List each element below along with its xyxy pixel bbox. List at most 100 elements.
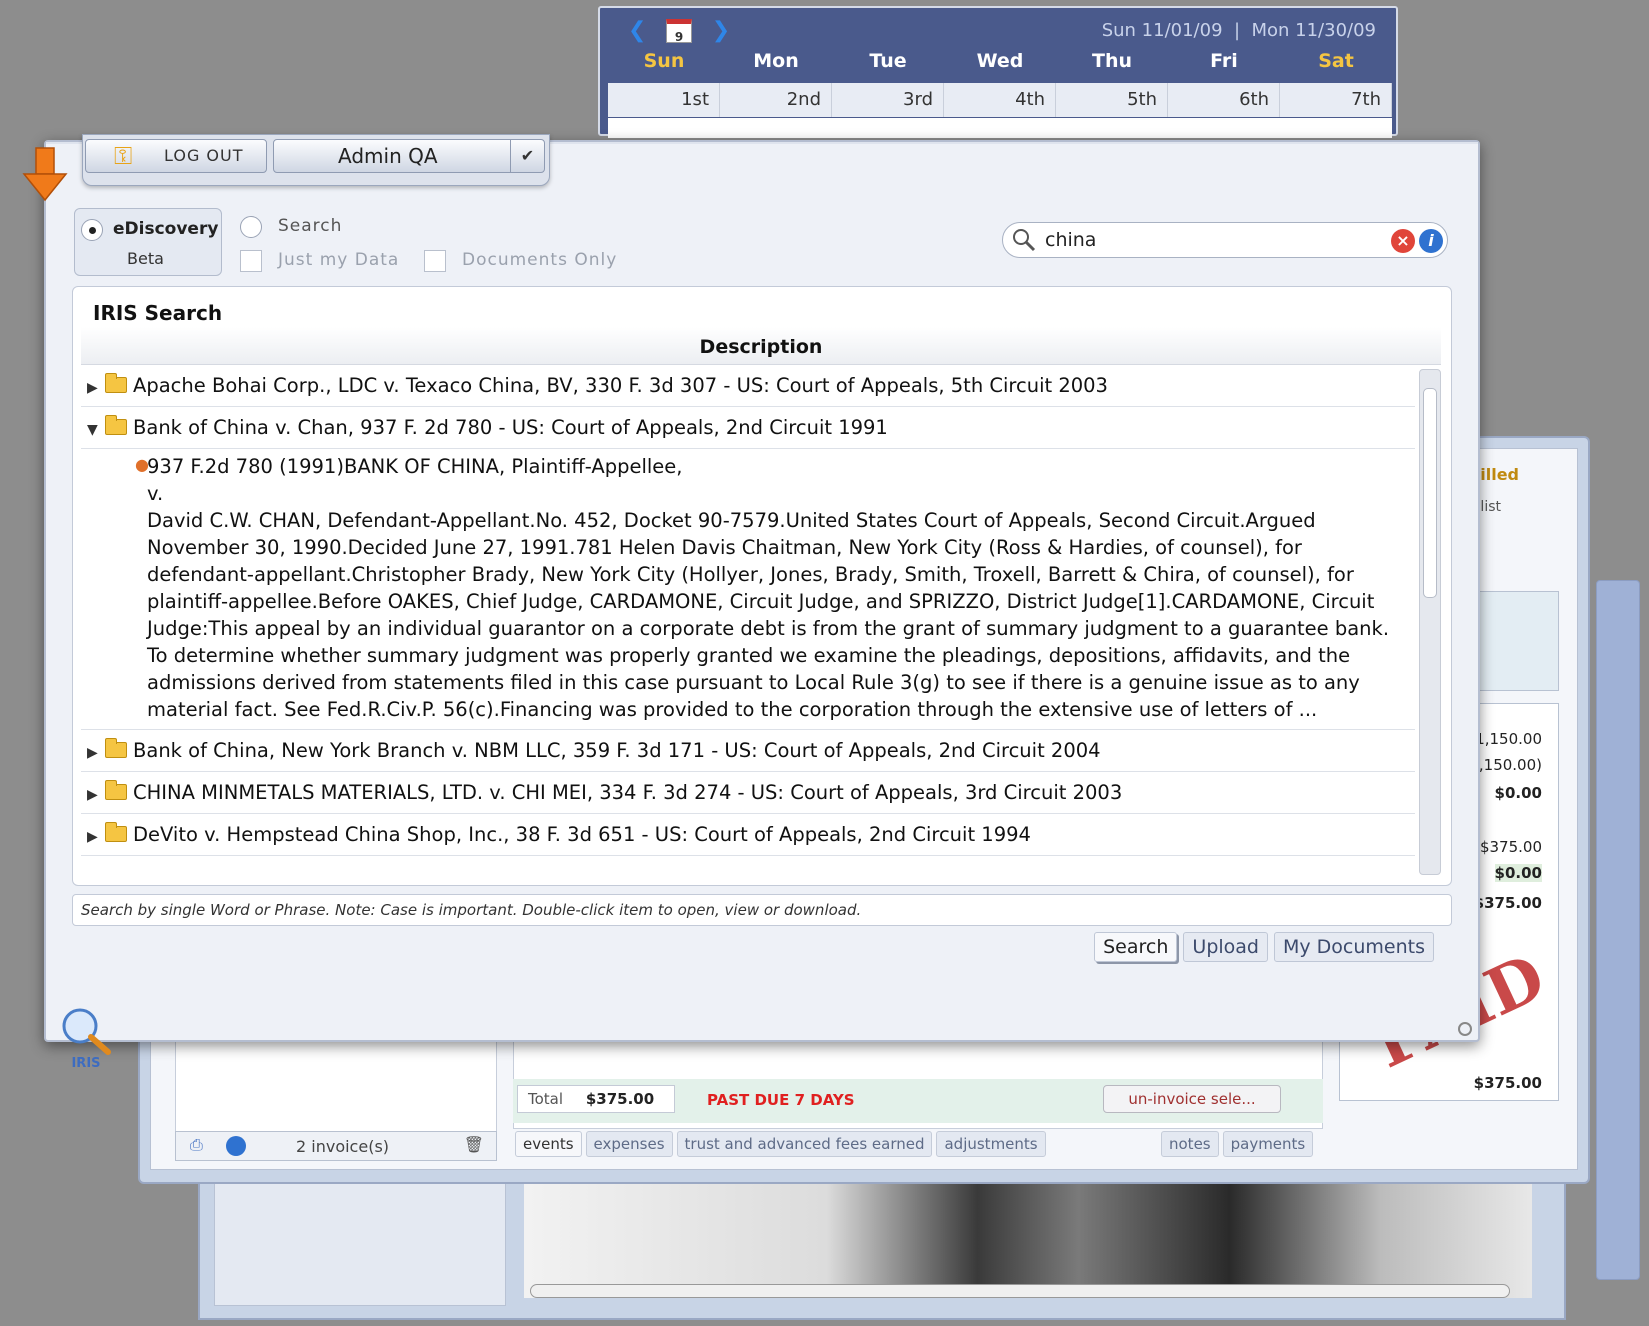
result-title: Bank of China, New York Branch v. NBM LL…	[133, 739, 1101, 762]
search-mode-label: Search	[278, 216, 343, 236]
amount: ,150.00)	[1478, 756, 1542, 774]
date-cell[interactable]: 2nd	[720, 83, 832, 117]
detail-body: David C.W. CHAN, Defendant-Appellant.No.…	[147, 509, 1390, 721]
search-mode-radio[interactable]	[240, 216, 262, 238]
day-header: Wed	[976, 50, 1024, 72]
collapse-triangle-icon[interactable]: ▼	[87, 409, 105, 448]
invoice-right-tabs: notes payments	[1161, 1131, 1317, 1157]
expand-triangle-icon[interactable]: ▶	[87, 367, 105, 406]
description-column-header[interactable]: Description	[81, 327, 1441, 365]
result-row[interactable]: ▶ Apache Bohai Corp., LDC v. Texaco China…	[81, 365, 1415, 407]
result-row[interactable]: ▼ Bank of China v. Chan, 937 F. 2d 780 - …	[81, 407, 1415, 449]
ediscovery-mode[interactable]: eDiscovery Beta	[74, 208, 222, 276]
expand-triangle-icon[interactable]: ▶	[87, 816, 105, 855]
tab-adjustments[interactable]: adjustments	[936, 1131, 1046, 1157]
result-title: Bank of China v. Chan, 937 F. 2d 780 - U…	[133, 416, 888, 439]
tab-notes[interactable]: notes	[1161, 1131, 1219, 1157]
results-scrollbar[interactable]	[1419, 369, 1441, 875]
scrollbar-thumb[interactable]	[1423, 388, 1437, 598]
calendar-window: ❮ 9 ❯ Sun 11/01/09 | Mon 11/30/09 Sun Mo…	[598, 6, 1398, 138]
result-title: Apache Bohai Corp., LDC v. Texaco China,…	[133, 374, 1108, 397]
tab-events[interactable]: events	[515, 1131, 582, 1157]
side-tool-strip	[1596, 580, 1640, 1280]
date-cell[interactable]: 4th	[944, 83, 1056, 117]
iris-search-dialog: eDiscovery Beta Search Just my Data Docu…	[44, 140, 1480, 1042]
action-buttons: Search Upload My Documents	[1088, 932, 1434, 962]
logout-button[interactable]: ⚿ LOG OUT	[85, 139, 267, 173]
result-row[interactable]: ▶ CHINA MINMETALS MATERIALS, LTD. v. CHI …	[81, 772, 1415, 814]
amount: $0.00	[1494, 784, 1542, 802]
amount: $375.00	[1479, 838, 1542, 856]
search-input[interactable]	[1043, 225, 1373, 255]
my-documents-button[interactable]: My Documents	[1273, 932, 1434, 962]
past-due-label: PAST DUE 7 DAYS	[707, 1091, 855, 1109]
results-panel: IRIS Search Description ▶ Apache Bohai Co…	[72, 286, 1452, 886]
calendar-icon[interactable]: 9	[666, 19, 693, 44]
amount: $375.00	[1473, 894, 1542, 912]
date-cell[interactable]: 6th	[1168, 83, 1280, 117]
day-header: Thu	[1091, 50, 1132, 72]
iris-dock-launcher[interactable]: IRIS	[56, 1006, 116, 1076]
tab-expenses[interactable]: expenses	[585, 1131, 673, 1157]
printer-icon[interactable]: ⎙	[190, 1135, 203, 1155]
chevron-down-icon[interactable]: ✔	[510, 140, 544, 172]
expand-triangle-icon[interactable]: ▶	[87, 732, 105, 771]
date-cell[interactable]: 3rd	[832, 83, 944, 117]
uninvoice-button[interactable]: un-invoice sele...	[1103, 1085, 1281, 1113]
documents-only-label: Documents Only	[462, 250, 618, 270]
tab-payments[interactable]: payments	[1222, 1131, 1314, 1157]
result-row[interactable]: ▶ DeVito v. Hempstead China Shop, Inc., 3…	[81, 814, 1415, 856]
invoice-list-toolbar: ⎙ 2 invoice(s) 🗑	[175, 1131, 497, 1161]
day-header: Sat	[1318, 50, 1354, 72]
result-detail[interactable]: ● 937 F.2d 780 (1991)BANK OF CHINA, Plai…	[81, 449, 1415, 730]
documents-only-checkbox[interactable]	[424, 250, 446, 272]
day-header: Tue	[869, 50, 907, 72]
result-title: CHINA MINMETALS MATERIALS, LTD. v. CHI M…	[133, 781, 1123, 804]
amount: 1,150.00	[1475, 730, 1542, 748]
user-bar: ⚿ LOG OUT Admin QA ✔	[82, 134, 550, 186]
iris-dock-label: IRIS	[71, 1056, 101, 1071]
key-icon: ⚿	[114, 142, 134, 170]
bullet-icon: ●	[135, 455, 149, 474]
date-cell[interactable]: 7th	[1280, 83, 1392, 117]
info-icon[interactable]	[226, 1136, 246, 1156]
total-label: Total	[528, 1090, 564, 1108]
left-chevron-icon[interactable]: ❮	[628, 18, 646, 43]
search-button[interactable]: Search	[1094, 932, 1178, 962]
tab-trust[interactable]: trust and advanced fees earned	[676, 1131, 933, 1157]
photo-scrollbar[interactable]	[530, 1284, 1510, 1298]
user-select[interactable]: Admin QA ✔	[273, 139, 545, 173]
just-my-data-checkbox[interactable]	[240, 250, 262, 272]
final-total: $375.00	[1473, 1074, 1542, 1092]
photo-side-list	[214, 1176, 506, 1306]
day-header: Sun	[643, 50, 685, 72]
folder-open-icon	[105, 414, 127, 435]
total-box: Total $375.00	[517, 1085, 675, 1113]
right-chevron-icon[interactable]: ❯	[712, 18, 730, 43]
user-select-value: Admin QA	[338, 144, 438, 168]
expand-triangle-icon[interactable]: ▶	[87, 774, 105, 813]
invoice-count: 2 invoice(s)	[296, 1137, 390, 1156]
upload-button[interactable]: Upload	[1183, 932, 1268, 962]
clear-icon[interactable]: ×	[1391, 229, 1415, 253]
result-list: ▶ Apache Bohai Corp., LDC v. Texaco China…	[81, 365, 1415, 856]
trash-icon[interactable]: 🗑	[464, 1135, 484, 1154]
calendar-week-row	[608, 118, 1392, 138]
ediscovery-label: eDiscovery	[113, 219, 219, 239]
resize-grip-icon[interactable]	[1458, 1022, 1472, 1036]
date-cell[interactable]: 5th	[1056, 83, 1168, 117]
panel-title: IRIS Search	[93, 301, 223, 325]
info-icon[interactable]: i	[1419, 229, 1443, 253]
calendar-nav: ❮ 9 ❯	[628, 18, 730, 44]
ediscovery-radio[interactable]	[81, 219, 103, 241]
calendar-day-headers: Sun Mon Tue Wed Thu Fri Sat	[608, 50, 1392, 72]
invoice-tabs: events expenses trust and advanced fees ea…	[515, 1131, 1050, 1157]
search-icon	[1013, 229, 1036, 252]
down-arrow-icon[interactable]	[22, 146, 68, 204]
date-cell[interactable]: 1st	[608, 83, 720, 117]
amount: $0.00	[1494, 864, 1542, 882]
folder-icon	[105, 372, 127, 393]
result-row[interactable]: ▶ Bank of China, New York Branch v. NBM L…	[81, 730, 1415, 772]
result-title: DeVito v. Hempstead China Shop, Inc., 38…	[133, 823, 1031, 846]
detail-line-2: v.	[147, 482, 164, 505]
